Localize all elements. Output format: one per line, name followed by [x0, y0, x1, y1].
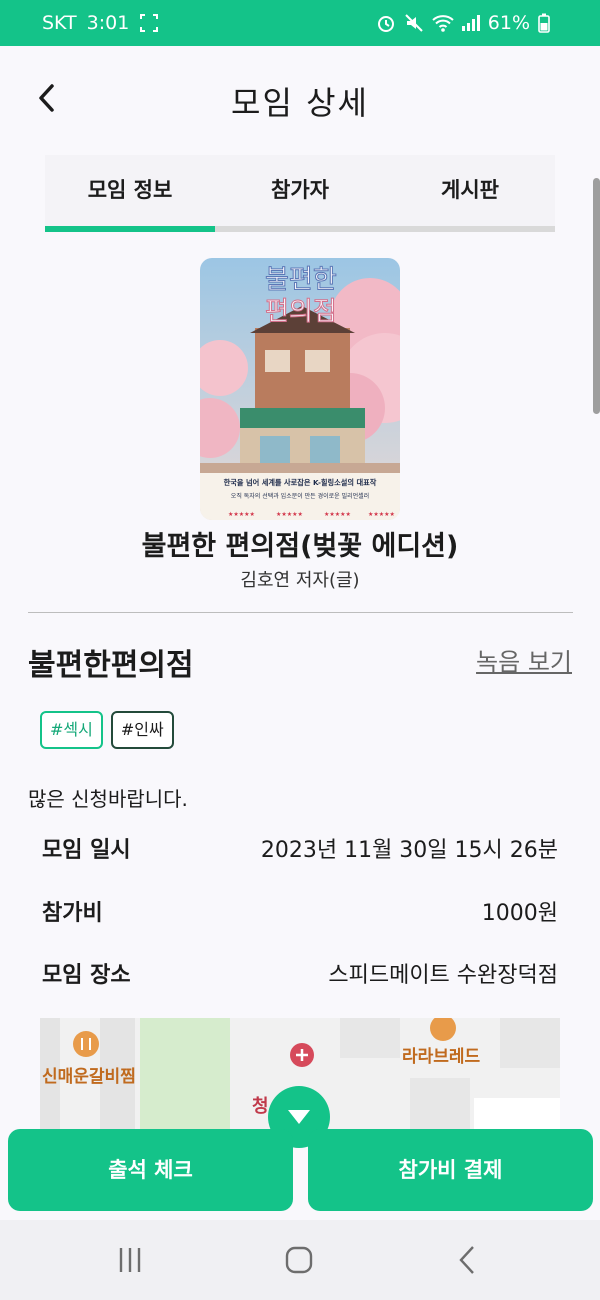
svg-text:★★★★★: ★★★★★: [324, 511, 351, 518]
book-cover-image: 한국을 넘어 세계를 사로잡은 K-힐링소설의 대표작 오직 독자의 선택과 입…: [200, 258, 400, 520]
meeting-description: 많은 신청바랍니다.: [28, 787, 188, 811]
alarm-icon: [376, 13, 396, 33]
recent-apps-button[interactable]: [110, 1240, 150, 1280]
info-label: 참가비: [42, 901, 103, 926]
tab-participants[interactable]: 참가자: [215, 155, 385, 225]
tab-bar: 모임 정보 참가자 게시판: [45, 155, 555, 232]
screenshot-frame-icon: [139, 13, 159, 33]
map-label: 라라브레드: [402, 1047, 481, 1067]
tag-list: #섹시 #인싸: [40, 711, 174, 749]
info-value: 스피드메이트 수완장덕점: [328, 963, 558, 988]
tab-board[interactable]: 게시판: [385, 155, 555, 225]
mute-icon: [404, 13, 424, 33]
battery-icon: [538, 13, 558, 33]
info-row-datetime: 모임 일시 2023년 11월 30일 15시 26분: [42, 830, 558, 866]
tag-chip: #인싸: [110, 711, 174, 749]
map-label: 청: [252, 1096, 269, 1117]
info-value: 2023년 11월 30일 15시 26분: [260, 838, 558, 863]
system-back-button[interactable]: [448, 1240, 488, 1280]
cover-title-line2: 편의점: [265, 297, 337, 327]
battery-percent: 61%: [487, 12, 530, 34]
clock-label: 3:01: [86, 12, 130, 34]
home-button[interactable]: [279, 1240, 319, 1280]
info-value: 1000원: [481, 901, 558, 926]
svg-text:★★★★★: ★★★★★: [276, 511, 303, 518]
home-icon: [285, 1246, 313, 1274]
svg-text:★★★★★: ★★★★★: [368, 511, 395, 518]
meeting-name: 불편한편의점: [28, 648, 194, 683]
info-row-location: 모임 장소 스피드메이트 수완장덕점: [42, 955, 558, 991]
book-author: 김호연 저자(글): [240, 570, 360, 591]
cover-title-line1: 불편한: [265, 265, 337, 295]
chevron-left-icon: [459, 1246, 474, 1274]
recent-apps-icon: [119, 1248, 141, 1272]
carrier-label: SKT: [42, 12, 77, 34]
info-label: 모임 일시: [42, 838, 131, 863]
attendance-check-button[interactable]: 출석 체크: [8, 1129, 293, 1211]
cover-tagline: 한국을 넘어 세계를 사로잡은 K-힐링소설의 대표작: [224, 478, 377, 487]
section-divider: [28, 612, 573, 613]
scrollbar[interactable]: [593, 178, 600, 414]
map-label: 신매운갈비찜: [42, 1067, 136, 1087]
status-bar: SKT 3:01 61%: [0, 0, 600, 46]
pay-fee-button[interactable]: 참가비 결제: [308, 1129, 593, 1211]
restaurant-icon: [73, 1031, 99, 1057]
view-recording-link[interactable]: 녹음 보기: [476, 642, 572, 677]
tag-chip: #섹시: [40, 711, 103, 749]
info-label: 모임 장소: [42, 963, 131, 988]
info-row-fee: 참가비 1000원: [42, 893, 558, 929]
page-title: 모임 상세: [231, 84, 369, 122]
tab-active-indicator: [45, 226, 215, 232]
wifi-icon: [432, 13, 454, 33]
system-nav-bar: [0, 1220, 600, 1300]
svg-text:★★★★★: ★★★★★: [228, 511, 255, 518]
book-title: 불편한 편의점(벚꽃 에디션): [141, 531, 459, 562]
signal-icon: [460, 13, 480, 33]
tab-meeting-info[interactable]: 모임 정보: [45, 155, 215, 225]
cover-subtagline: 오직 독자의 선택과 입소문이 만든 경이로운 밀리언셀러: [231, 492, 369, 500]
